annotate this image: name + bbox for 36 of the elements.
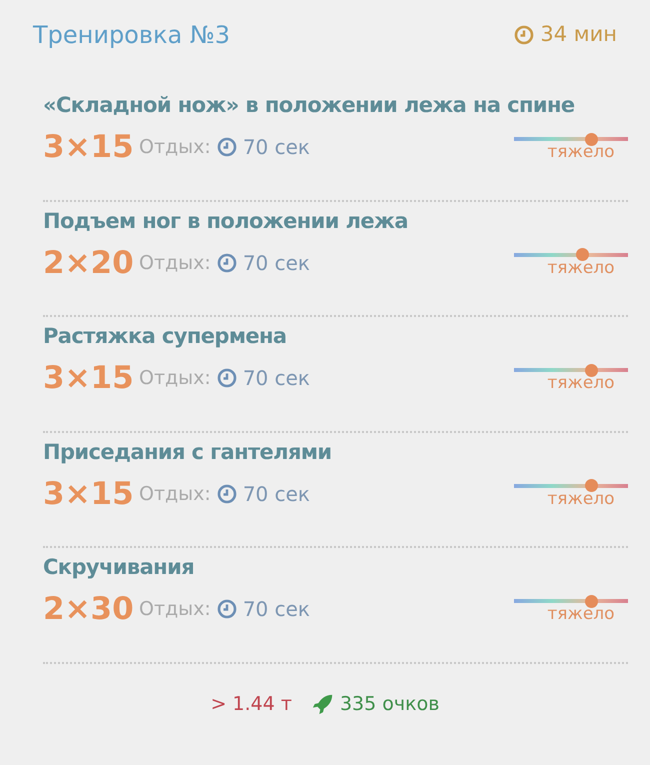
clock-icon: [216, 368, 237, 388]
rest-label: Отдых:: [139, 597, 211, 622]
clock-icon: [216, 252, 237, 273]
rest-label: Отдых:: [139, 135, 211, 160]
sets-reps: 2×30: [43, 590, 135, 629]
clock-icon: [216, 484, 237, 504]
clock-icon: [216, 137, 237, 158]
clock-icon: [216, 599, 237, 620]
difficulty-label: тяжело: [547, 256, 615, 279]
sets-reps: 3×15: [43, 359, 135, 398]
exercise-name: Приседания с гантелями: [43, 438, 332, 466]
exercise-name: Скручивания: [43, 554, 194, 581]
rest-time: 70 сек: [242, 365, 310, 392]
exercise-name: «Складной нож» в положении лежа на спине: [43, 92, 575, 119]
workout-duration: 34 мин: [540, 21, 617, 48]
rest-time: 70 сек: [242, 480, 310, 508]
rocket-icon: [312, 692, 334, 715]
clock-icon: [514, 25, 534, 45]
rest-time: 70 сек: [242, 596, 310, 624]
rest-time: 70 сек: [242, 250, 310, 277]
difficulty-label: тяжело: [547, 372, 615, 394]
rest-label: Отдых:: [139, 366, 211, 391]
difficulty-label: тяжело: [547, 488, 615, 510]
exercise-name: Подъем ног в положении лежа: [43, 208, 408, 234]
workout-title: Тренировка №3: [33, 20, 230, 51]
exercise-name: Растяжка супермена: [43, 323, 287, 350]
points: 335 очков: [340, 692, 440, 716]
total-weight: > 1.44 т: [210, 692, 292, 716]
rest-label: Отдых:: [139, 482, 211, 506]
rest-label: Отдых:: [139, 250, 211, 276]
sets-reps: 3×15: [43, 474, 135, 514]
sets-reps: 2×20: [43, 244, 135, 282]
rest-time: 70 сек: [242, 134, 310, 162]
difficulty-label: тяжело: [547, 141, 615, 164]
difficulty-label: тяжело: [547, 603, 615, 626]
sets-reps: 3×15: [43, 128, 135, 167]
